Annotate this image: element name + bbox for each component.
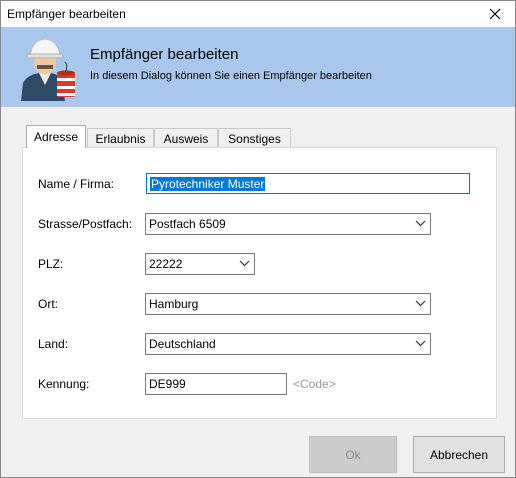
dialog-window: Empfänger bearbeiten Empfänger bearbeite… — [0, 0, 516, 478]
code-field[interactable]: DE999 — [145, 373, 287, 395]
zip-value: 22222 — [149, 257, 183, 271]
city-combobox[interactable]: Hamburg — [145, 293, 431, 315]
name-label: Name / Firma: — [38, 177, 115, 191]
zip-combobox[interactable]: 22222 — [145, 253, 255, 275]
tab-label: Ausweis — [163, 131, 209, 146]
header-title: Empfänger bearbeiten — [90, 46, 239, 63]
tab-label: Adresse — [33, 130, 79, 144]
tab-label: Erlaubnis — [95, 131, 146, 146]
name-value: Pyrotechniker Muster — [150, 176, 266, 191]
chevron-down-icon — [415, 300, 426, 307]
tab-label: Sonstiges — [228, 131, 281, 146]
cancel-button[interactable]: Abbrechen — [413, 436, 505, 473]
tab-ausweis[interactable]: Ausweis — [154, 128, 218, 148]
code-value: DE999 — [149, 377, 186, 391]
header-separator — [1, 106, 515, 107]
cancel-button-label: Abbrechen — [429, 447, 489, 462]
code-hint: <Code> — [293, 377, 336, 391]
name-field[interactable]: Pyrotechniker Muster — [146, 173, 470, 194]
pyrotechnician-icon — [21, 38, 75, 101]
country-combobox[interactable]: Deutschland — [145, 333, 431, 355]
street-value: Postfach 6509 — [149, 217, 226, 231]
zip-label: PLZ: — [38, 257, 64, 271]
code-label: Kennung: — [38, 377, 90, 391]
tab-erlaubnis[interactable]: Erlaubnis — [87, 128, 154, 148]
window-title: Empfänger bearbeiten — [7, 7, 126, 21]
city-label: Ort: — [38, 297, 58, 311]
country-value: Deutschland — [149, 337, 216, 351]
country-label: Land: — [38, 337, 69, 351]
ok-button-label: Ok — [345, 447, 361, 462]
chevron-down-icon — [415, 220, 426, 227]
street-label: Strasse/Postfach: — [38, 217, 133, 231]
title-bar: Empfänger bearbeiten — [1, 1, 515, 27]
chevron-down-icon — [415, 340, 426, 347]
ok-button[interactable]: Ok — [309, 436, 397, 473]
chevron-down-icon — [239, 260, 250, 267]
tab-adresse[interactable]: Adresse — [26, 125, 86, 148]
header-banner: Empfänger bearbeiten In diesem Dialog kö… — [1, 27, 515, 106]
tab-sonstiges[interactable]: Sonstiges — [218, 128, 291, 148]
close-icon — [489, 8, 501, 20]
street-combobox[interactable]: Postfach 6509 — [145, 213, 431, 235]
close-button[interactable] — [475, 1, 515, 27]
header-subtitle: In diesem Dialog können Sie einen Empfän… — [90, 70, 372, 82]
city-value: Hamburg — [149, 297, 199, 311]
